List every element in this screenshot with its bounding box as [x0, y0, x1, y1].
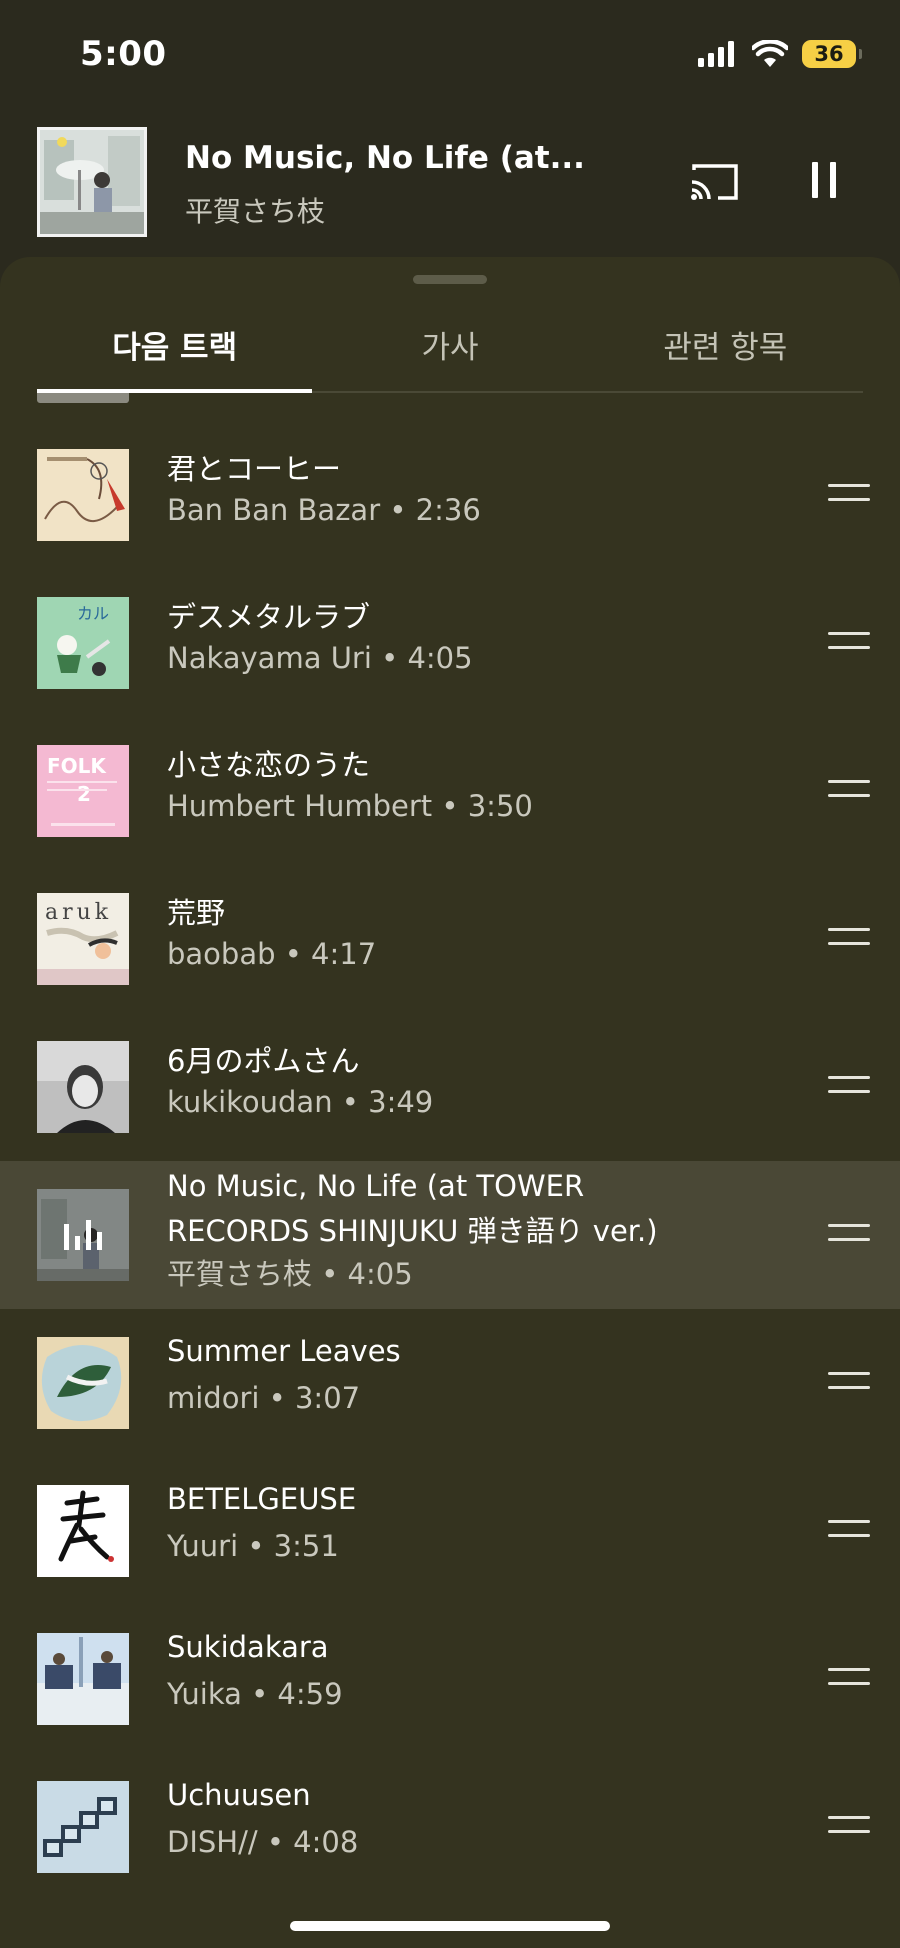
track-title: 小さな恋のうた — [167, 748, 371, 782]
drag-handle-icon[interactable] — [828, 928, 870, 950]
track-artist-duration: midori • 3:07 — [167, 1381, 361, 1415]
home-indicator[interactable] — [290, 1921, 610, 1931]
track-title: 荒野 — [167, 896, 226, 930]
track-thumbnail: カル — [37, 597, 129, 689]
status-icons: 36 — [698, 40, 862, 68]
track-title: BETELGEUSE — [167, 1482, 357, 1516]
drag-handle-icon[interactable] — [828, 632, 870, 654]
queue-item[interactable]: Sukidakara Yuika • 4:59 — [0, 1605, 900, 1753]
album-cover-text: カル — [77, 604, 109, 623]
status-bar: 5:00 36 — [0, 0, 900, 110]
track-artist-duration: DISH// • 4:08 — [167, 1825, 359, 1859]
queue-item[interactable]: Uchuusen DISH// • 4:08 — [0, 1753, 900, 1901]
cellular-signal-icon — [698, 41, 734, 67]
sheet-drag-handle[interactable] — [413, 275, 487, 284]
now-playing-equalizer-icon — [64, 1220, 102, 1250]
queue-item[interactable]: FOLK 2 小さな恋のうた Humbert Humbert • 3:50 — [0, 717, 900, 865]
track-thumbnail — [37, 1189, 129, 1281]
track-thumbnail — [37, 1781, 129, 1873]
drag-handle-icon[interactable] — [828, 484, 870, 506]
track-title: Sukidakara — [167, 1630, 329, 1664]
track-title: デスメタルラブ — [167, 600, 371, 634]
pause-icon[interactable] — [810, 160, 840, 200]
queue-item[interactable]: Summer Leaves midori • 3:07 — [0, 1309, 900, 1457]
track-thumbnail — [37, 1041, 129, 1133]
queue-item[interactable]: BETELGEUSE Yuuri • 3:51 — [0, 1457, 900, 1605]
track-title: 君とコーヒー — [167, 452, 342, 486]
queue-item-now-playing[interactable]: No Music, No Life (at TOWER RECORDS SHIN… — [0, 1161, 900, 1309]
album-cover-text: FOLK — [47, 754, 107, 778]
track-thumbnail — [37, 1633, 129, 1725]
track-thumbnail: aruk — [37, 893, 129, 985]
now-playing-artist: 平賀さち枝 — [185, 195, 326, 228]
track-thumbnail — [37, 449, 129, 541]
track-artist-duration: Humbert Humbert • 3:50 — [167, 789, 533, 823]
queue-sheet: 다음 트랙 가사 관련 항목 君とコーヒー Ban Ban Bazar • 2:… — [0, 257, 900, 1948]
now-playing-album-art — [37, 127, 147, 237]
battery-indicator: 36 — [802, 40, 862, 68]
track-thumbnail — [37, 1337, 129, 1429]
track-title: 6月のポムさん — [167, 1044, 360, 1078]
tab-lyrics[interactable]: 가사 — [312, 297, 587, 391]
battery-level: 36 — [814, 42, 844, 66]
previous-track-thumbnail — [37, 393, 129, 403]
tab-related[interactable]: 관련 항목 — [588, 297, 863, 391]
drag-handle-icon[interactable] — [828, 1372, 870, 1394]
track-title-line-2: RECORDS SHINJUKU 弾き語り ver.) — [167, 1214, 658, 1248]
mini-player[interactable]: No Music, No Life (at... 平賀さち枝 — [0, 110, 900, 256]
drag-handle-icon[interactable] — [828, 1224, 870, 1246]
album-cover-number: 2 — [77, 782, 91, 806]
drag-handle-icon[interactable] — [828, 780, 870, 802]
track-artist-duration: Yuuri • 3:51 — [167, 1529, 339, 1563]
sheet-tabs: 다음 트랙 가사 관련 항목 — [37, 297, 863, 393]
track-artist-duration: kukikoudan • 3:49 — [167, 1085, 434, 1119]
track-artist-duration: Nakayama Uri • 4:05 — [167, 641, 473, 675]
track-artist-duration: Yuika • 4:59 — [167, 1677, 343, 1711]
queue-item[interactable]: 君とコーヒー Ban Ban Bazar • 2:36 — [0, 421, 900, 569]
queue-item[interactable]: 6月のポムさん kukikoudan • 3:49 — [0, 1013, 900, 1161]
queue-item[interactable]: カル デスメタルラブ Nakayama Uri • 4:05 — [0, 569, 900, 717]
status-time: 5:00 — [80, 34, 167, 74]
wifi-icon — [752, 40, 788, 67]
track-title: Uchuusen — [167, 1778, 311, 1812]
album-cover-text: aruk — [45, 900, 112, 925]
drag-handle-icon[interactable] — [828, 1668, 870, 1690]
queue-item[interactable]: aruk 荒野 baobab • 4:17 — [0, 865, 900, 1013]
track-artist-duration: Ban Ban Bazar • 2:36 — [167, 493, 481, 527]
track-title: No Music, No Life (at TOWER — [167, 1169, 585, 1203]
drag-handle-icon[interactable] — [828, 1076, 870, 1098]
track-artist-duration: 平賀さち枝 • 4:05 — [167, 1257, 413, 1291]
track-artist-duration: baobab • 4:17 — [167, 937, 377, 971]
track-thumbnail: FOLK 2 — [37, 745, 129, 837]
drag-handle-icon[interactable] — [828, 1816, 870, 1838]
track-thumbnail — [37, 1485, 129, 1577]
tab-up-next[interactable]: 다음 트랙 — [37, 297, 313, 393]
now-playing-title: No Music, No Life (at... — [185, 140, 585, 176]
track-title: Summer Leaves — [167, 1334, 401, 1368]
queue-list: 君とコーヒー Ban Ban Bazar • 2:36 カル デスメタルラブ N… — [0, 393, 900, 1948]
cast-icon[interactable] — [690, 162, 740, 202]
drag-handle-icon[interactable] — [828, 1520, 870, 1542]
